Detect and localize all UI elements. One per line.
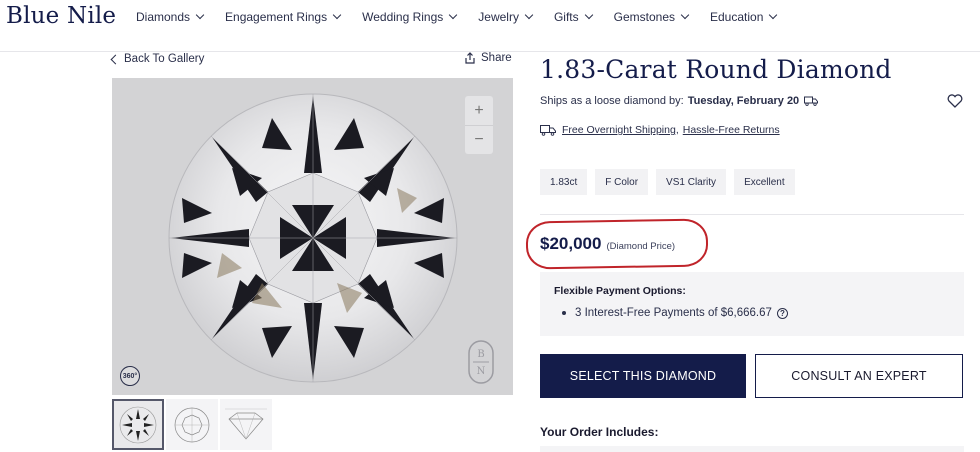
chevron-down-icon: [524, 10, 534, 20]
spec-chip-clarity: VS1 Clarity: [656, 169, 727, 195]
order-includes-panel: [540, 446, 964, 452]
chevron-down-icon: [449, 10, 458, 20]
ship-date-prefix: Ships as a loose diamond by:: [540, 95, 684, 107]
ship-date-value: Tuesday, February 20: [687, 95, 800, 107]
nav-item-label: Gifts: [553, 10, 579, 24]
nav-item-jewelry[interactable]: Jewelry: [478, 10, 534, 24]
diamond-image-viewer[interactable]: + − 360° B N: [112, 78, 513, 395]
chevron-left-icon: [110, 54, 121, 64]
share-icon: [465, 52, 475, 64]
zoom-out-button[interactable]: −: [465, 125, 493, 154]
help-question-icon[interactable]: ?: [776, 307, 788, 319]
nav-item-label: Jewelry: [478, 10, 519, 24]
spec-chip-color: F Color: [595, 169, 649, 195]
truck-icon: [804, 96, 819, 106]
nav-item-diamonds[interactable]: Diamonds: [136, 10, 205, 24]
nav-item-gifts[interactable]: Gifts: [553, 10, 593, 24]
nav-menu: Diamonds Engagement Rings Wedding Rings …: [136, 10, 798, 24]
chevron-down-icon: [332, 10, 342, 20]
free-overnight-shipping-link[interactable]: Free Overnight Shipping: [562, 124, 676, 136]
share-label: Share: [481, 52, 512, 64]
chevron-down-icon: [680, 10, 690, 20]
hassle-free-returns-link[interactable]: Hassle-Free Returns: [683, 124, 780, 136]
thumbnail-strip: [112, 399, 274, 450]
wishlist-heart-icon[interactable]: [947, 94, 963, 108]
watermark-letter-n: N: [477, 366, 486, 377]
back-to-gallery-link[interactable]: Back To Gallery: [110, 53, 205, 65]
chevron-down-icon: [195, 10, 205, 20]
bullet-icon: [562, 311, 566, 315]
watermark-letter-b: B: [477, 349, 484, 360]
nav-item-label: Diamonds: [136, 10, 191, 24]
brand-logo[interactable]: Blue Nile: [6, 3, 116, 29]
thumbnail-side-diagram[interactable]: [220, 399, 272, 450]
ship-date-info: Ships as a loose diamond by: Tuesday, Fe…: [540, 95, 819, 107]
payment-option-item: 3 Interest-Free Payments of $6,666.67 ?: [562, 307, 788, 319]
order-includes-heading: Your Order Includes:: [540, 425, 659, 439]
nav-item-label: Wedding Rings: [362, 10, 444, 24]
thumbnail-diamond-photo[interactable]: [112, 399, 164, 450]
payment-option-text: 3 Interest-Free Payments of $6,666.67: [575, 307, 772, 319]
zoom-controls: + −: [465, 96, 493, 154]
select-this-diamond-button[interactable]: SELECT THIS DIAMOND: [540, 354, 746, 398]
chevron-down-icon: [769, 10, 778, 20]
diamond-spec-chips: 1.83ct F Color VS1 Clarity Excellent: [540, 169, 803, 195]
section-divider: [540, 214, 964, 215]
chevron-down-icon: [584, 10, 593, 20]
diamond-thumbnail-icon: [119, 406, 157, 443]
shipping-truck-icon: [540, 125, 556, 136]
product-title: 1.83-Carat Round Diamond: [540, 55, 892, 84]
price-highlight-annotation: [525, 218, 709, 270]
nav-item-gemstones[interactable]: Gemstones: [613, 10, 690, 24]
payment-options-panel: Flexible Payment Options: 3 Interest-Fre…: [540, 272, 964, 336]
diamond-side-diagram-icon: [225, 408, 267, 440]
nav-item-label: Education: [710, 10, 764, 24]
nav-item-engagement-rings[interactable]: Engagement Rings: [225, 10, 342, 24]
thumbnail-top-diagram[interactable]: [166, 399, 218, 450]
diamond-image: [168, 93, 458, 383]
zoom-in-button[interactable]: +: [465, 96, 493, 125]
spec-chip-cut: Excellent: [734, 169, 795, 195]
spec-chip-carat: 1.83ct: [540, 169, 588, 195]
nav-item-education[interactable]: Education: [710, 10, 778, 24]
share-button[interactable]: Share: [464, 52, 512, 64]
nav-item-label: Engagement Rings: [225, 10, 328, 24]
diamond-top-diagram-icon: [174, 407, 210, 442]
shipping-returns-links: Free Overnight Shipping , Hassle-Free Re…: [540, 124, 780, 136]
nav-item-wedding-rings[interactable]: Wedding Rings: [362, 10, 458, 24]
shipping-separator: ,: [675, 124, 679, 136]
view-360-icon[interactable]: 360°: [120, 366, 140, 386]
nav-item-label: Gemstones: [613, 10, 675, 24]
consult-an-expert-button[interactable]: CONSULT AN EXPERT: [755, 354, 963, 398]
back-to-gallery-label: Back To Gallery: [124, 53, 205, 65]
top-navigation: Blue Nile Diamonds Engagement Rings Wedd…: [0, 0, 980, 52]
payment-options-heading: Flexible Payment Options:: [554, 285, 686, 297]
blue-nile-watermark-icon: B N: [468, 340, 494, 384]
